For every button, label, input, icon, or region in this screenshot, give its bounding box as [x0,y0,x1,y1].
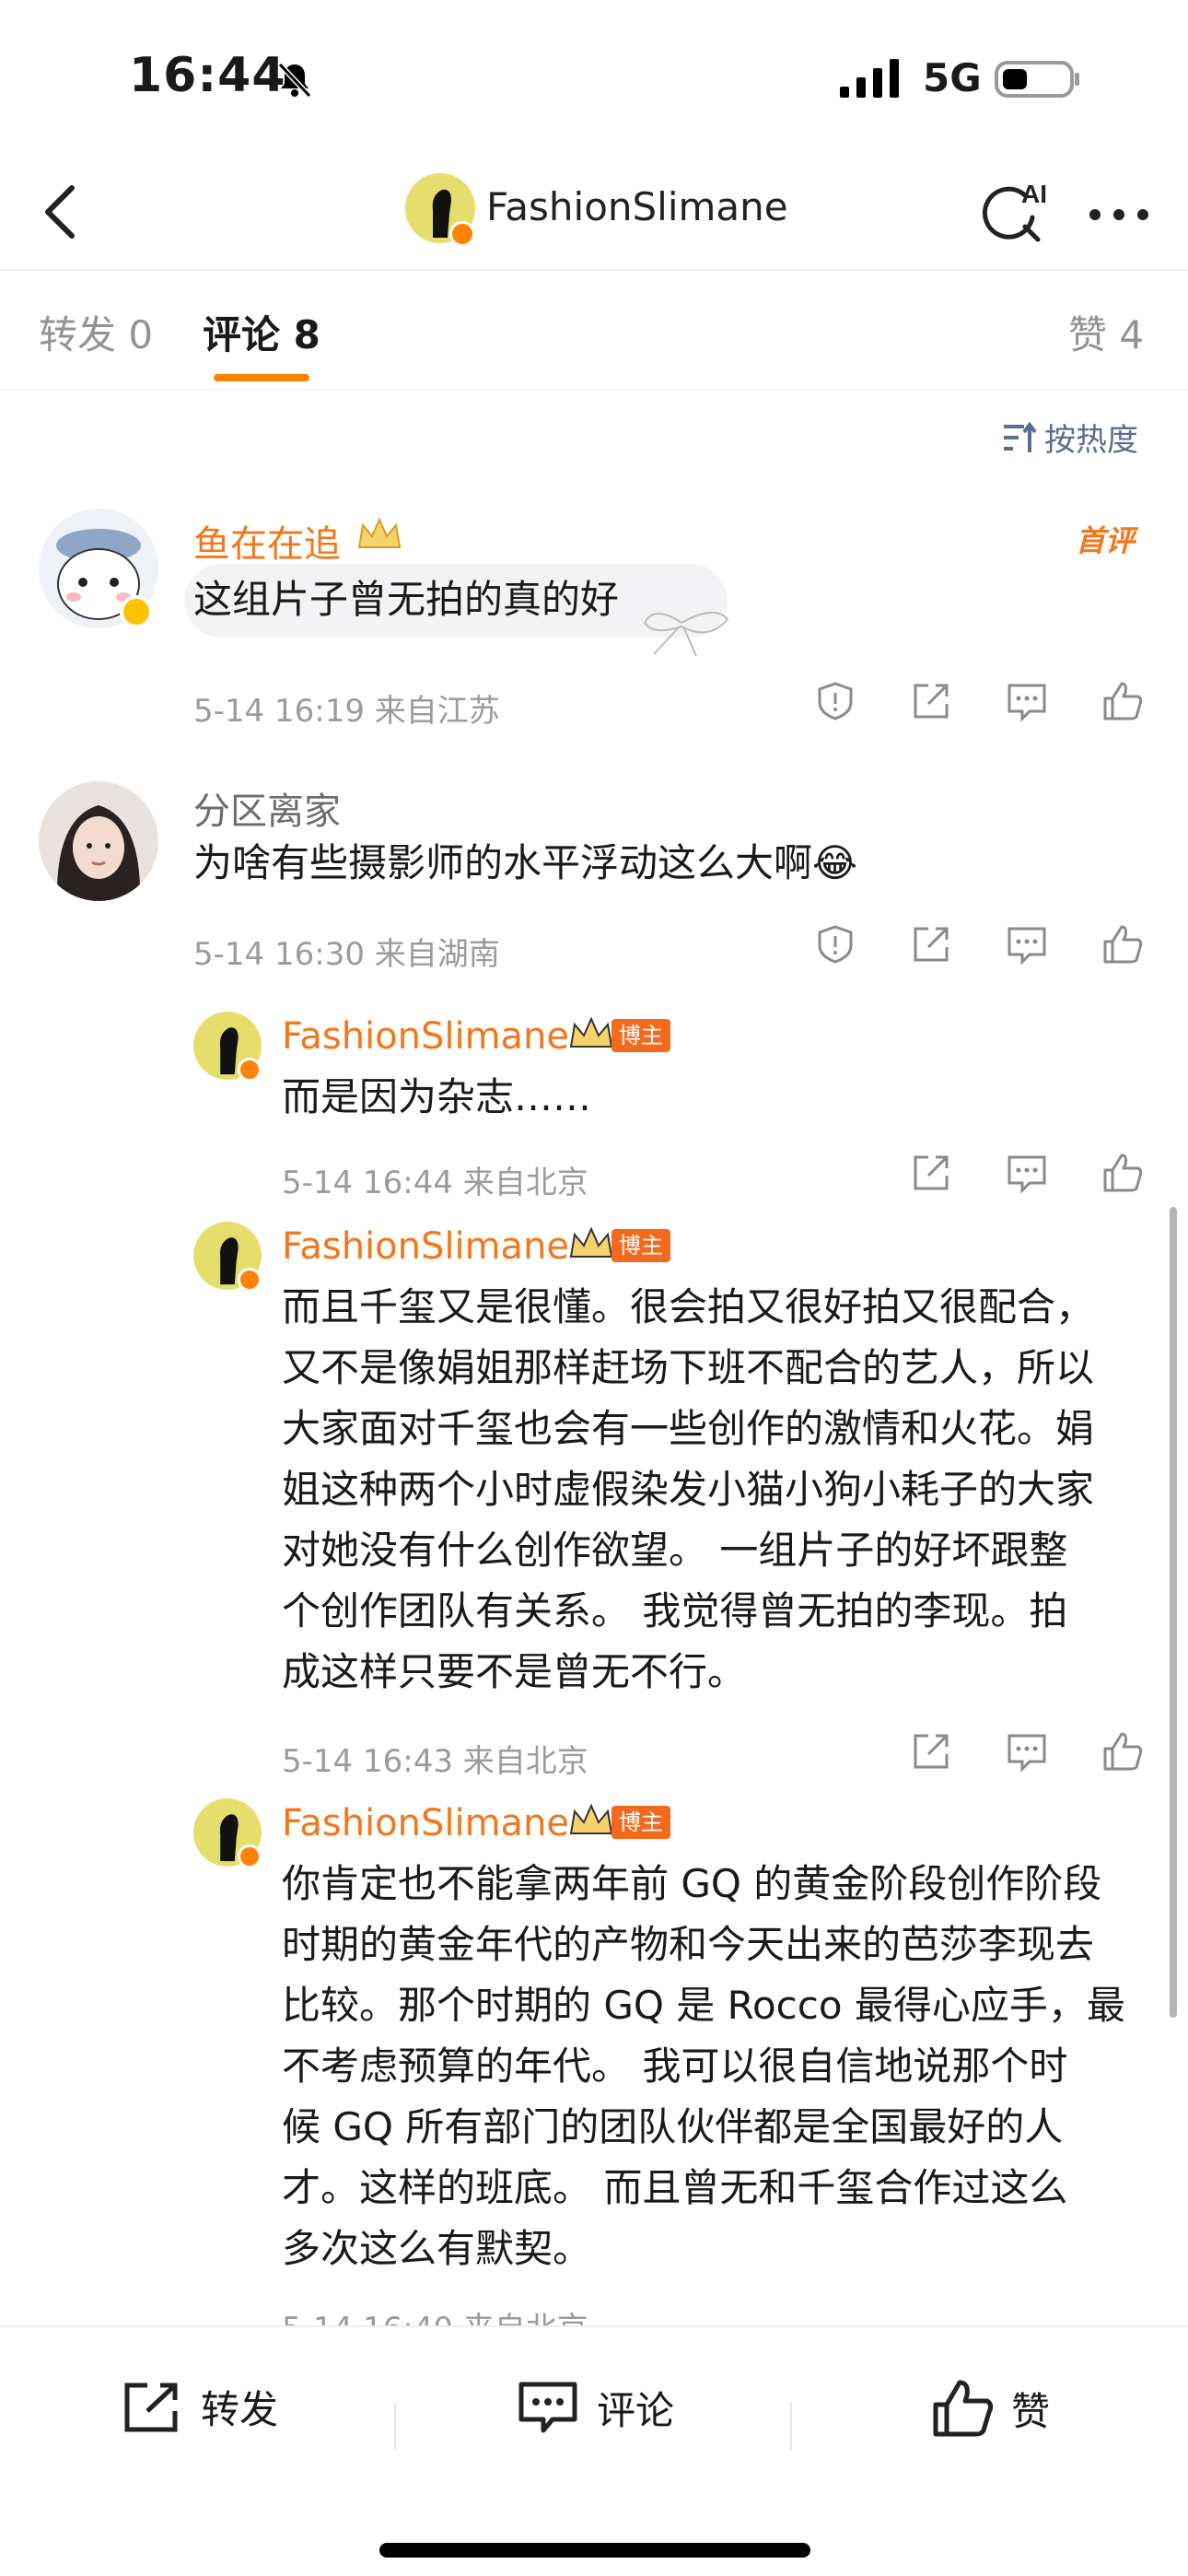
reply-text: 而是因为杂志…… [282,1074,592,1119]
reply-text-line: 时期的黄金年代的产物和今天出来的芭莎李现去 [282,1922,1095,1967]
comment-text: 为啥有些摄影师的水平浮动这么大啊😂 [193,840,858,885]
blogger-badge: 博主 [611,1019,670,1052]
tab-likes[interactable]: 赞 4 [1068,304,1144,360]
tab-repost[interactable]: 转发 0 [39,304,153,360]
reply-text-line: 不考虑预算的年代。 我可以很自信地说那个时 [282,2043,1068,2089]
ai-search-icon: AI [983,180,1047,242]
reply-text-line: 比较。那个时期的 GQ 是 Rocco 最得心应手，最 [282,1983,1125,2028]
blogger-badge: 博主 [611,1806,670,1839]
report-icon[interactable] [814,680,856,722]
comment-item: 分区离家 为啥有些摄影师的水平浮动这么大啊😂 5-14 16:30 来自湖南 [0,781,1188,984]
reply-text-line: 姐这种两个小时虚假染发小猫小狗小耗子的大家 [282,1467,1095,1512]
reply-username[interactable]: FashionSlimane [282,1225,569,1268]
share-icon[interactable] [910,923,952,966]
comment-meta: 5-14 16:19 来自江苏 [193,693,500,730]
repost-icon [124,2383,178,2431]
comment-text: 这组片子曾无拍的真的好 [193,577,620,622]
reply-actions [910,1730,1144,1773]
like-label: 赞 [1011,2388,1051,2434]
crown-icon [569,1226,613,1258]
share-icon[interactable] [910,680,952,722]
network-type: 5G [923,55,982,100]
like-icon[interactable] [1101,1730,1144,1773]
comment-button[interactable]: 评论 [518,2379,674,2436]
back-icon[interactable] [26,175,99,249]
ai-label: AI [1021,180,1047,208]
verified-badge [120,595,153,628]
sort-button[interactable]: 按热度 [1000,415,1138,460]
bottom-action-bar: 转发 评论 赞 [0,2325,1188,2576]
reply-text-line: 你肯定也不能拿两年前 GQ 的黄金阶段创作阶段 [282,1861,1102,1906]
comment-username[interactable]: 分区离家 [193,781,341,835]
tab-comments[interactable]: 评论 8 [203,304,320,360]
reply-username[interactable]: FashionSlimane [282,1802,569,1844]
reply-text-line: 成这样只要不是曾无不行。 [282,1649,747,1694]
share-icon[interactable] [910,1152,952,1194]
scrollbar[interactable] [1170,1207,1177,2018]
comment-actions [814,923,1144,966]
reply-text-line: 多次这么有默契。 [282,2226,592,2271]
reply-item: FashionSlimane 博主 你肯定也不能拿两年前 GQ 的黄金阶段创作阶… [0,1798,1188,2333]
reply-text-line: 个创作团队有关系。 我觉得曾无拍的李现。拍 [282,1588,1068,1633]
comment-item: 鱼在在追 首评 这组片子曾无拍的真的好 5-14 16:19 来自江苏 [0,509,1188,739]
crown-icon [569,1016,613,1048]
crown-icon [357,517,402,548]
blogger-badge: 博主 [611,1229,670,1262]
home-indicator [379,2543,810,2558]
reply-text-line: 候 GQ 所有部门的团队伙伴都是全国最好的人 [282,2104,1064,2149]
commenter-avatar[interactable] [39,781,158,901]
comment-icon [518,2382,577,2433]
comment-username[interactable]: 鱼在在追 [193,514,341,568]
repost-button[interactable]: 转发 [122,2379,278,2435]
report-icon[interactable] [814,923,856,966]
reply-actions [910,1152,1144,1194]
bell-off-icon [277,62,312,99]
first-comment-badge: 首评 [1076,523,1136,558]
reply-text-line: 又不是像娟姐那样赶场下班不配合的艺人，所以 [282,1345,1095,1390]
reply-username[interactable]: FashionSlimane [282,1015,569,1058]
battery-icon [995,61,1079,98]
comment-label: 评论 [597,2387,675,2433]
like-icon[interactable] [1101,680,1144,722]
nav-title: FashionSlimane [486,184,788,229]
reply-item: FashionSlimane 博主 而是因为杂志…… 5-14 16:44 来自… [0,1012,1188,1201]
verified-badge [238,1844,262,1868]
reply-meta: 5-14 16:43 来自北京 [282,1743,588,1780]
reply-icon[interactable] [1006,1152,1048,1194]
repost-label: 转发 [201,2387,279,2432]
comment-meta: 5-14 16:30 来自湖南 [193,936,500,973]
signal-icon [840,59,899,98]
reply-icon[interactable] [1006,680,1048,722]
crown-icon [569,1803,613,1834]
active-tab-indicator [214,374,309,381]
share-icon[interactable] [910,1730,952,1773]
like-button[interactable]: 赞 [932,2379,1050,2438]
nav-bar: FashionSlimane AI [0,157,1188,271]
divider [394,2403,396,2451]
reply-text-line: 而且千玺又是很懂。很会拍又很好拍又很配合， [282,1284,1095,1329]
sort-label: 按热度 [1044,422,1138,459]
reply-icon[interactable] [1006,923,1048,966]
reply-icon[interactable] [1006,1730,1048,1773]
comment-actions [814,680,1144,722]
reply-text-line: 对她没有什么创作欲望。 一组片子的好坏跟整 [282,1528,1068,1573]
verified-badge [449,221,475,247]
status-time: 16:44 [129,48,286,103]
like-icon[interactable] [1101,1152,1144,1194]
verified-badge [238,1058,262,1082]
more-icon[interactable] [1082,192,1156,238]
bow-decoration-icon [643,612,729,657]
sort-icon [1004,421,1037,452]
reply-text-line: 才。这样的班底。 而且曾无和千玺合作过这么 [282,2165,1068,2210]
like-thumb-icon [933,2380,994,2437]
tab-bar: 转发 0 评论 8 赞 4 [0,271,1188,391]
divider [790,2403,792,2451]
like-icon[interactable] [1101,923,1144,966]
reply-text-line: 大家面对千玺也会有一些创作的激情和火花。娟 [282,1406,1095,1451]
status-bar: 16:44 5G [0,0,1188,157]
verified-badge [238,1268,262,1292]
reply-meta: 5-14 16:44 来自北京 [282,1165,588,1201]
ai-search-button[interactable]: AI [972,173,1054,256]
reply-item: FashionSlimane 博主 而且千玺又是很懂。很会拍又很好拍又很配合， … [0,1222,1188,1780]
